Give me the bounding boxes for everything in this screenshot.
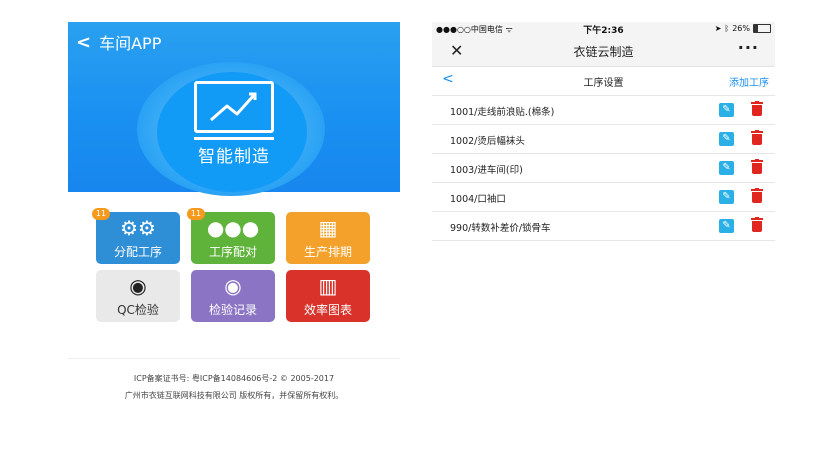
process-name: 1003/进车间(印) [450,165,523,176]
tile-label: 分配工序 [113,245,162,259]
tile-inspection-records[interactable]: ◉ 检验记录 [191,270,275,322]
tile-efficiency-chart[interactable]: ▥ 效率图表 [286,270,370,322]
process-name: 1002/烫后幅袜头 [450,136,525,147]
app-title: 车间APP [99,34,162,53]
tile-label: 生产排期 [303,245,352,259]
users-icon: ●●● [206,216,260,240]
trash-icon[interactable] [751,130,763,146]
back-button[interactable]: < 车间APP [76,30,161,54]
edit-icon[interactable]: ✎ [719,219,734,233]
tile-production-schedule[interactable]: ▦ 生产排期 [286,212,370,264]
tile-label: 效率图表 [303,303,352,317]
battery-icon [753,24,771,33]
icp-record: ICP备案证书号: 粤ICP备14084606号-2 © 2005-2017 [133,374,335,383]
trash-icon[interactable] [751,188,763,204]
gears-icon: ⚙⚙ [120,216,156,240]
battery-percent: 26% [732,24,750,33]
process-name: 990/转数补差价/锁骨车 [450,223,551,234]
location-icon: ➤ [714,24,722,33]
eye-icon: ◉ [224,274,242,298]
edit-icon[interactable]: ✎ [719,161,734,175]
building-icon: ▦ [318,216,338,240]
right-app-screen: ●●●○○中国电信 ᯤ 下午2:36 ➤ ᛒ 26% ✕ 衣链云制造 ··· <… [432,22,775,242]
list-item: 1003/进车间(印) ✎ [432,154,775,183]
status-right: ➤ ᛒ 26% [715,24,771,33]
page-title: 工序设置 [583,78,624,89]
trash-icon[interactable] [751,217,763,233]
process-name: 1001/走线前浪贴.(棉条) [450,107,555,118]
list-item: 1001/走线前浪贴.(棉条) ✎ [432,96,775,125]
status-bar: ●●●○○中国电信 ᯤ 下午2:36 ➤ ᛒ 26% [432,22,775,36]
list-item: 1004/口袖口 ✎ [432,183,775,212]
left-app-screen: < 车间APP 智能制造 11 ⚙⚙ 分配工序 11 ●●● 工序配对 ▦ 生产… [68,22,400,412]
trash-icon[interactable] [751,101,763,117]
tile-label: 工序配对 [208,245,257,259]
hero-banner: < 车间APP 智能制造 [68,22,400,196]
tile-label: 检验记录 [208,303,257,317]
tile-assign-process[interactable]: 11 ⚙⚙ 分配工序 [92,208,180,264]
process-name: 1004/口袖口 [450,194,506,205]
bluetooth-icon: ᛒ [724,24,730,33]
line-chart-monitor-icon [194,81,274,133]
hero-title: 智能制造 [198,147,270,167]
add-process-button[interactable]: 添加工序 [729,74,769,89]
more-icon[interactable]: ··· [738,38,759,57]
list-item: 1002/烫后幅袜头 ✎ [432,125,775,154]
list-item: 990/转数补差价/锁骨车 ✎ [432,212,775,241]
chevron-left-icon: < [76,31,92,53]
eye-icon: ◉ [129,274,147,298]
trash-icon[interactable] [751,159,763,175]
tile-qc-inspection[interactable]: ◉ QC检验 [96,270,180,322]
line-chart-glyph [210,92,257,122]
footer-divider [68,358,400,359]
copyright-text: 广州市衣链互联网科技有限公司 版权所有，并保留所有权利。 [124,391,344,400]
tile-process-pairing[interactable]: 11 ●●● 工序配对 [187,208,275,264]
tile-label: QC检验 [117,303,159,317]
edit-icon[interactable]: ✎ [719,103,734,117]
navigation-bar: ✕ 衣链云制造 ··· [432,36,775,67]
battery-level [754,25,759,32]
edit-icon[interactable]: ✎ [719,190,734,204]
page-header: < 工序设置 添加工序 [432,67,775,96]
bar-chart-icon: ▥ [318,274,338,298]
monitor-stand [194,137,274,140]
nav-title: 衣链云制造 [573,45,634,59]
edit-icon[interactable]: ✎ [719,132,734,146]
